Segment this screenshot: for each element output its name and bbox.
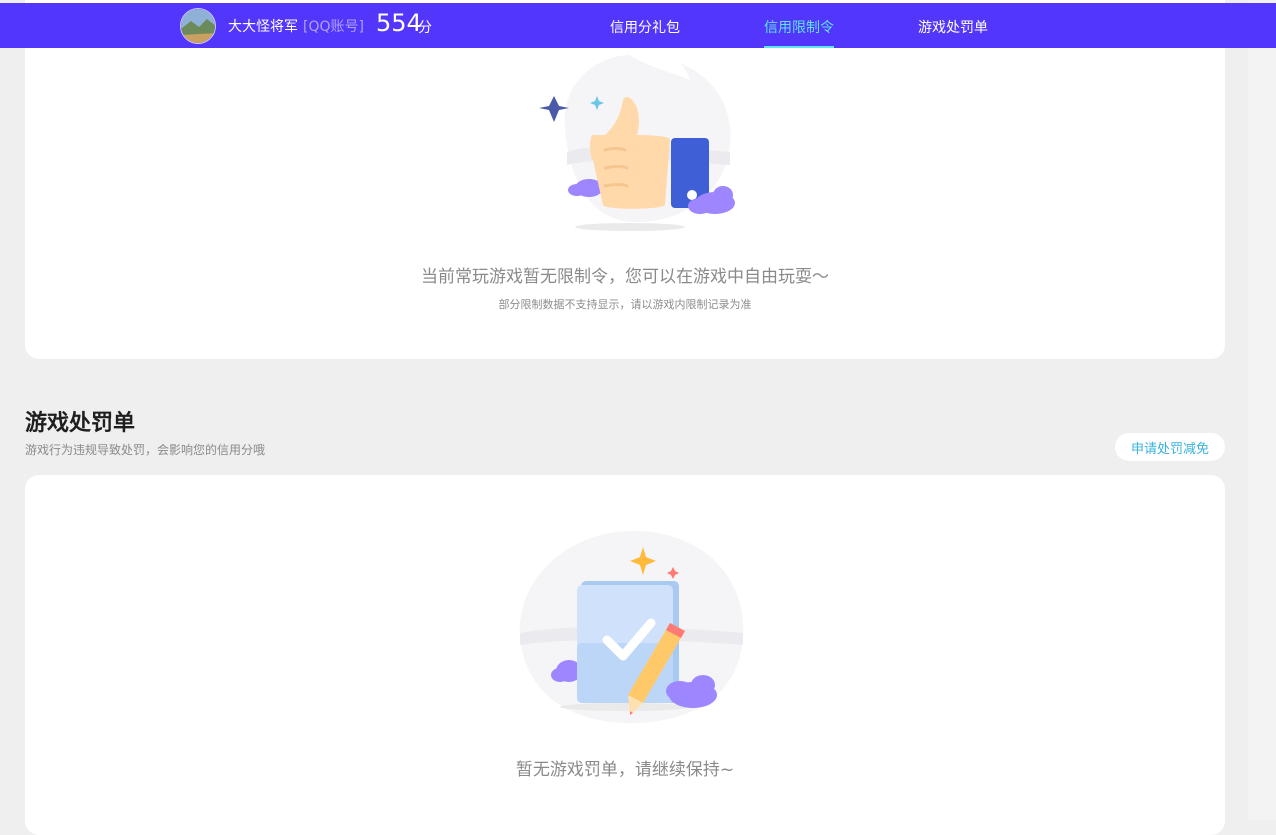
avatar-image [181, 9, 215, 43]
active-tab-indicator [764, 46, 834, 48]
restriction-note: 部分限制数据不支持显示，请以游戏内限制记录为准 [498, 298, 752, 311]
section-title: 游戏处罚单 [25, 411, 136, 436]
penalty-card: 暂无游戏罚单，请继续保持~ [25, 475, 1225, 835]
no-restriction-message: 当前常玩游戏暂无限制令，您可以在游戏中自由玩耍～ [421, 267, 829, 287]
username: 大大怪将军 [228, 19, 298, 35]
apply-penalty-reduction-button[interactable]: 申请处罚减免 [1115, 433, 1225, 461]
tab-penalty-list[interactable]: 游戏处罚单 [918, 17, 988, 48]
page-scroll-gutter [1248, 0, 1276, 820]
section-description: 游戏行为违规导致处罚，会影响您的信用分哦 [25, 443, 266, 457]
no-penalty-message: 暂无游戏罚单，请继续保持~ [515, 760, 735, 780]
avatar[interactable] [180, 8, 216, 44]
account-type: [QQ账号] [303, 19, 364, 35]
tab-restriction-order[interactable]: 信用限制令 [764, 17, 834, 48]
clipboard-check-illustration [519, 530, 744, 723]
score-unit: 分 [418, 20, 432, 36]
restriction-card: 当前常玩游戏暂无限制令，您可以在游戏中自由玩耍～ 部分限制数据不支持显示，请以游… [25, 0, 1225, 359]
credit-score: 554 [376, 9, 422, 37]
top-bar: 大大怪将军 [QQ账号] 554 分 信用分礼包 信用限制令 游戏处罚单 [0, 3, 1276, 48]
tab-credit-gift[interactable]: 信用分礼包 [610, 17, 680, 48]
thumbs-up-illustration [539, 43, 735, 231]
